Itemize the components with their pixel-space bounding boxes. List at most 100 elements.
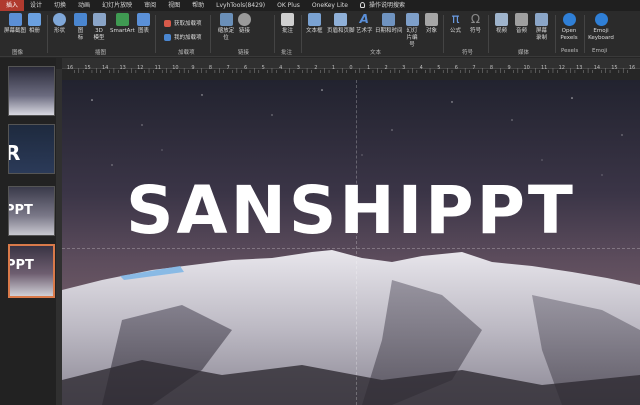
ruler-label: 1 [332, 65, 335, 71]
ruler-label: 8 [209, 65, 212, 71]
screen-record-icon [535, 13, 548, 26]
tab-view[interactable]: 视图 [162, 0, 186, 11]
group-addins: 加载项 [178, 50, 195, 56]
video-button[interactable]: 视频 [495, 13, 508, 35]
ruler-label: 14 [594, 65, 600, 71]
icons-button[interactable]: 图标 [74, 13, 87, 42]
ruler-label: 5 [262, 65, 265, 71]
zoom-button[interactable]: 缩放定位 [216, 13, 236, 42]
screen-record-button[interactable]: 屏幕录制 [535, 13, 548, 42]
group-emoji: Emoji [592, 48, 608, 54]
ruler-label: 11 [541, 65, 547, 71]
link-button[interactable]: 链接 [238, 13, 251, 35]
album-button[interactable]: 相册 [28, 13, 41, 35]
ruler-label: 4 [420, 65, 423, 71]
tab-okplus[interactable]: OK Plus [271, 0, 306, 11]
tab-slideshow[interactable]: 幻灯片放映 [96, 0, 138, 11]
tab-animations[interactable]: 动画 [72, 0, 96, 11]
wordart-button[interactable]: A 艺术字 [356, 13, 373, 35]
group-images: 图像 [12, 50, 24, 56]
slide-thumbnails-panel: R PPT PPT [0, 58, 56, 405]
ribbon-divider [274, 15, 275, 53]
slide-thumbnail[interactable]: PPT [8, 186, 55, 236]
ruler-label: 4 [279, 65, 282, 71]
ribbon-divider [443, 15, 444, 53]
shapes-button[interactable]: 形状 [53, 13, 66, 35]
tab-transitions[interactable]: 切换 [48, 0, 72, 11]
3d-model-button[interactable]: 3D 模型 [92, 13, 106, 42]
tab-help[interactable]: 帮助 [186, 0, 210, 11]
equation-button[interactable]: π 公式 [449, 13, 462, 35]
ribbon-divider [47, 15, 48, 53]
ruler-label: 10 [172, 65, 178, 71]
datetime-button[interactable]: 日期和时间 [375, 13, 403, 35]
open-pexels-button[interactable]: Open Pexels [558, 13, 580, 42]
ruler-label: 7 [226, 65, 229, 71]
screenshot-button[interactable]: 屏幕截图 [4, 13, 26, 35]
addins-icon [164, 33, 171, 41]
horizontal-ruler: 16 15 14 13 12 11 10 9 8 7 6 5 4 3 2 1 0 1 2 3 4 5 6 7 8 9 10 11 12 1… [62, 58, 640, 73]
textbox-button[interactable]: 文本框 [306, 13, 323, 35]
emoji-keyboard-button[interactable]: Emoji Keyboard [588, 13, 614, 42]
shapes-icon [53, 13, 66, 26]
ruler-label: 3 [297, 65, 300, 71]
tell-me-search[interactable]: 操作说明搜索 [354, 0, 411, 11]
ribbon-divider [155, 15, 156, 53]
pi-icon: π [451, 12, 460, 27]
object-button[interactable]: 对象 [425, 13, 438, 35]
tab-design[interactable]: 设计 [24, 0, 48, 11]
slide-number-button[interactable]: 幻灯片编号 [404, 13, 420, 49]
symbol-button[interactable]: Ω 符号 [469, 13, 482, 35]
ribbon-divider [210, 15, 211, 53]
tab-lvyhtools[interactable]: LvyhTools(8429) [210, 0, 271, 11]
pexels-icon [562, 13, 576, 26]
ruler-label: 1 [367, 65, 370, 71]
video-icon [495, 13, 508, 26]
my-addins-button[interactable]: 我的加载项 [164, 33, 202, 41]
ruler-ticks: 16 15 14 13 12 11 10 9 8 7 6 5 4 3 2 1 0 1 2 3 4 5 6 7 8 9 10 11 12 1… [67, 65, 635, 73]
chart-button[interactable]: 图表 [137, 13, 150, 35]
slide-number-icon [405, 13, 419, 26]
smartart-button[interactable]: SmartArt [110, 13, 135, 35]
audio-button[interactable]: 音频 [515, 13, 528, 35]
ruler-label: 16 [67, 65, 73, 71]
link-icon [238, 13, 251, 26]
slide-canvas[interactable]: SANSHIPPT [62, 80, 640, 405]
ruler-label: 13 [576, 65, 582, 71]
ruler-label: 14 [102, 65, 108, 71]
ruler-label: 10 [523, 65, 529, 71]
tab-onekey-lite[interactable]: OneKey Lite [306, 0, 354, 11]
menu-bar: 插入 设计 切换 动画 幻灯片放映 审阅 视图 帮助 LvyhTools(842… [0, 0, 640, 11]
lightbulb-icon [359, 2, 365, 8]
slide-thumbnail-selected[interactable]: PPT [8, 244, 55, 298]
ruler-label: 6 [455, 65, 458, 71]
slide-title-text[interactable]: SANSHIPPT [62, 172, 640, 249]
ruler-label: 0 [349, 65, 352, 71]
cube-icon [92, 13, 106, 26]
object-icon [425, 13, 438, 26]
tab-insert[interactable]: 插入 [0, 0, 25, 11]
header-footer-button[interactable]: 页眉和页脚 [327, 13, 355, 35]
ribbon-divider [488, 15, 489, 53]
tab-review[interactable]: 审阅 [138, 0, 162, 11]
zoom-icon [219, 13, 233, 26]
omega-icon: Ω [470, 12, 481, 26]
ribbon-divider [301, 15, 302, 53]
group-media: 媒体 [518, 50, 530, 56]
ruler-label: 2 [385, 65, 388, 71]
wordart-icon: A [359, 12, 369, 26]
ruler-label: 9 [191, 65, 194, 71]
ruler-label: 12 [559, 65, 565, 71]
slide-thumbnail[interactable]: R [8, 124, 55, 174]
group-symbols: 符号 [462, 50, 474, 56]
ribbon-divider [555, 15, 556, 53]
header-footer-icon [334, 13, 348, 26]
group-links: 链接 [238, 50, 250, 56]
slide-thumbnail[interactable] [8, 66, 55, 116]
smartart-icon [115, 13, 129, 26]
ruler-label: 7 [472, 65, 475, 71]
get-addins-button[interactable]: 获取加载项 [164, 19, 202, 27]
comment-button[interactable]: 批注 [281, 13, 294, 35]
chart-icon [137, 13, 150, 26]
album-icon [28, 13, 41, 26]
